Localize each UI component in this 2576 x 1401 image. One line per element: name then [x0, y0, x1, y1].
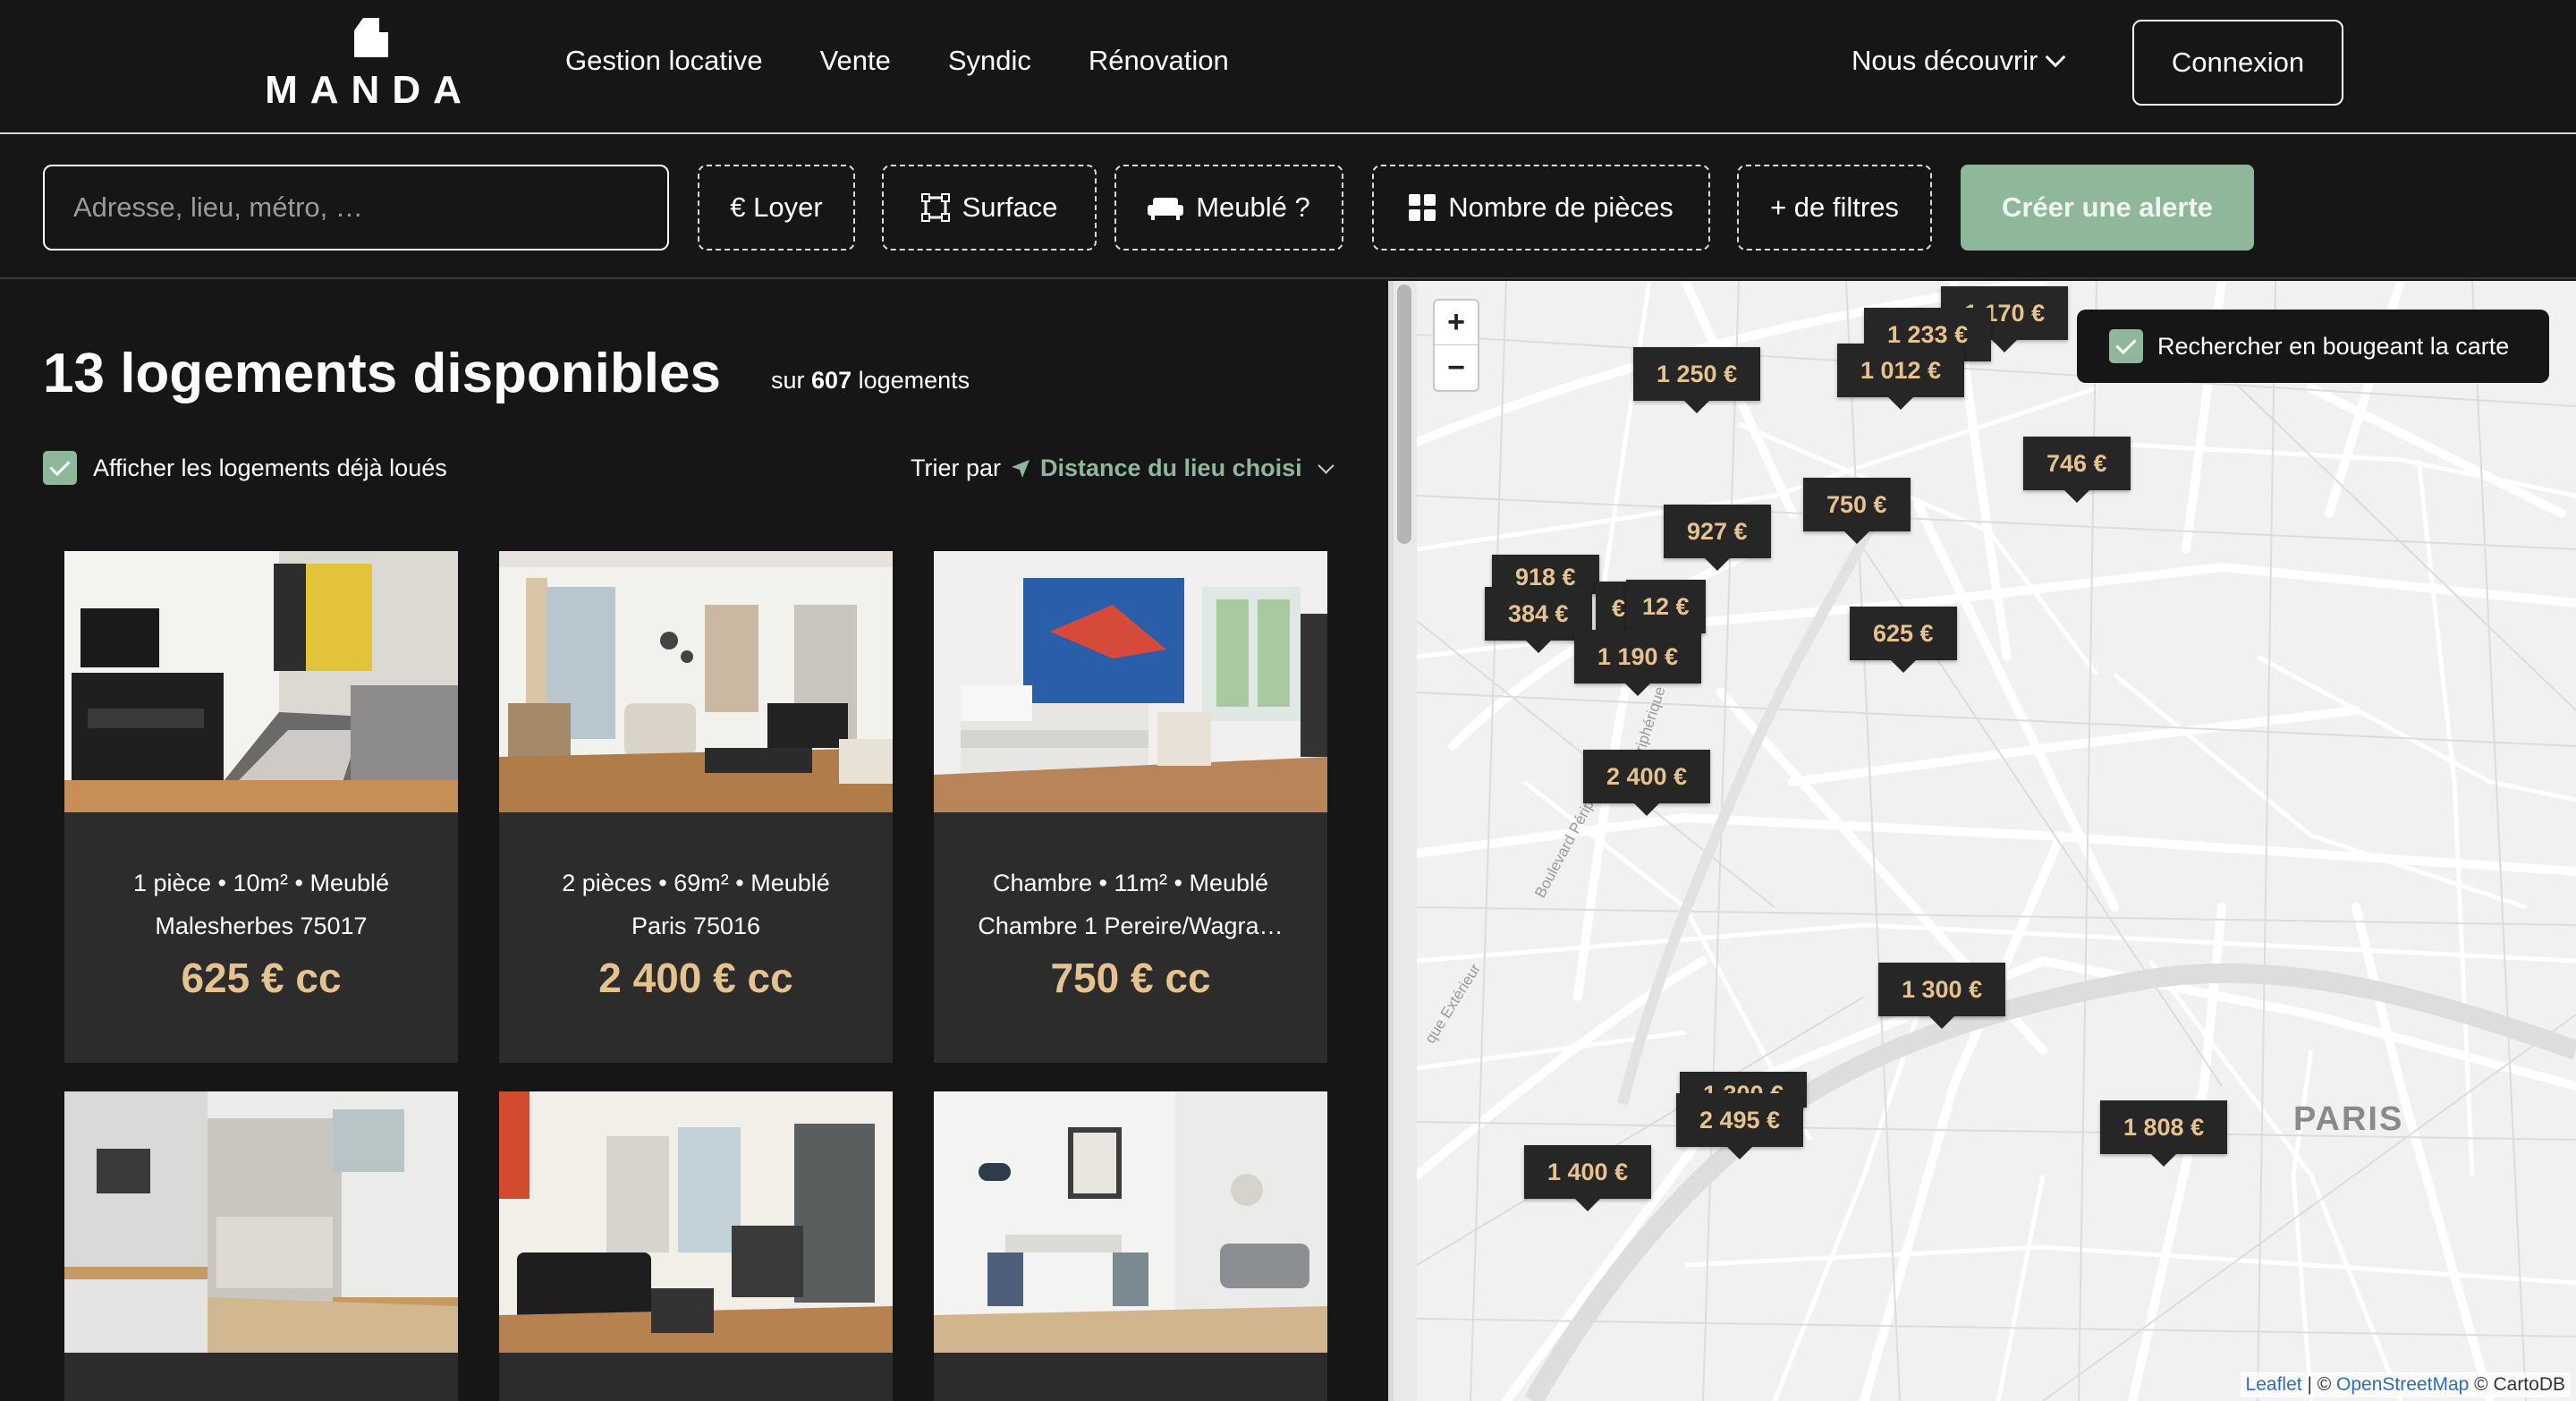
surface-icon [920, 193, 950, 222]
furnished-filter-button[interactable]: Meublé ? [1114, 165, 1343, 250]
street-map-background [1417, 281, 2576, 1401]
listing-photo [499, 1091, 893, 1353]
openstreetmap-link[interactable]: OpenStreetMap [2336, 1374, 2469, 1395]
grid-icon [1409, 194, 1436, 221]
create-alert-button[interactable]: Créer une alerte [1961, 165, 2254, 250]
map-price-marker[interactable]: 2 400 € [1583, 750, 1711, 816]
chevron-down-icon [1317, 457, 1335, 474]
show-rented-toggle[interactable]: Afficher les logements déjà loués [43, 451, 447, 485]
map-city-label: PARIS [2293, 1100, 2404, 1138]
search-on-move-label: Rechercher en bougeant la carte [2157, 332, 2510, 360]
nav-item-gestion-locative[interactable]: Gestion locative [565, 45, 763, 81]
furnished-filter-label: Meublé ? [1196, 191, 1310, 223]
nav-item-vente[interactable]: Vente [820, 45, 891, 81]
checkbox-icon[interactable] [43, 451, 77, 485]
map-price-marker[interactable]: 1 808 € [2100, 1100, 2228, 1167]
zoom-out-icon[interactable]: − [1435, 345, 1478, 390]
listing-card[interactable] [64, 1091, 458, 1401]
nav-item-syndic[interactable]: Syndic [948, 45, 1031, 81]
top-header: MANDA Gestion locative Vente Syndic Réno… [0, 0, 2576, 134]
results-total-suffix: logements [858, 367, 970, 394]
show-rented-label: Afficher les logements déjà loués [93, 454, 447, 481]
search-input[interactable] [43, 165, 669, 250]
results-total-prefix: sur [771, 367, 805, 394]
listing-location: Chambre 1 Pereire/Wagra… [978, 913, 1284, 939]
map-price-marker[interactable]: 927 € [1664, 505, 1771, 571]
listing-photo [934, 551, 1327, 812]
sofa-icon [1148, 198, 1184, 220]
listing-details: Chambre • 11m² • Meublé [992, 870, 1269, 896]
main-nav: Gestion locative Vente Syndic Rénovation [565, 45, 1229, 81]
zoom-control: + − [1433, 299, 1479, 392]
attribution-separator: | © [2301, 1374, 2337, 1395]
rent-filter-label: € Loyer [730, 191, 823, 223]
map-price-marker[interactable]: 625 € [1850, 607, 1957, 673]
map-panel[interactable]: Boulevard Périphérique que Extérieur Pér… [1417, 281, 2576, 1401]
more-filters-button[interactable]: + de filtres [1737, 165, 1932, 250]
attribution-separator: © [2469, 1374, 2494, 1395]
map-price-marker[interactable]: 746 € [2023, 437, 2131, 503]
zoom-in-icon[interactable]: + [1435, 301, 1478, 345]
map-price-marker[interactable]: 12 € [1626, 580, 1706, 646]
listing-price: 2 400 € cc [598, 955, 793, 1001]
map-price-marker[interactable]: 1 250 € [1633, 347, 1761, 413]
results-total-number: 607 [811, 367, 852, 394]
cartodb-label: CartoDB [2493, 1374, 2565, 1395]
listing-card[interactable]: 2 pièces • 69m² • Meublé Paris 75016 2 4… [499, 551, 893, 1063]
leaflet-link[interactable]: Leaflet [2246, 1374, 2302, 1395]
listing-location: Malesherbes 75017 [155, 913, 368, 939]
brand-name: MANDA [265, 68, 474, 112]
discover-label: Nous découvrir [1852, 45, 2038, 76]
listing-location: Paris 75016 [631, 913, 761, 939]
results-panel: 13 logements disponibles sur 607 logemen… [0, 281, 1388, 1401]
map-price-marker[interactable]: 1 190 € [1574, 630, 1702, 696]
listing-photo [64, 1091, 458, 1353]
sort-value: Distance du lieu choisi [1040, 454, 1302, 481]
nav-item-renovation[interactable]: Rénovation [1089, 45, 1229, 81]
results-total: sur 607 logements [771, 367, 970, 395]
search-on-move-toggle[interactable]: Rechercher en bougeant la carte [2077, 310, 2549, 383]
rent-filter-button[interactable]: € Loyer [698, 165, 855, 250]
checkbox-icon[interactable] [2109, 329, 2143, 363]
surface-filter-label: Surface [962, 191, 1058, 223]
login-button[interactable]: Connexion [2132, 20, 2343, 106]
map-price-marker[interactable]: 2 495 € [1676, 1093, 1804, 1159]
surface-filter-button[interactable]: Surface [882, 165, 1097, 250]
map-price-marker[interactable]: 1 400 € [1524, 1145, 1652, 1211]
listing-details: 1 pièce • 10m² • Meublé [132, 870, 390, 896]
listing-price: 625 € cc [181, 955, 342, 1001]
map-price-marker[interactable]: 750 € [1803, 478, 1911, 544]
listing-card[interactable]: 1 pièce • 10m² • Meublé Malesherbes 7501… [64, 551, 458, 1063]
map-price-marker[interactable]: 1 300 € [1878, 963, 2006, 1029]
sort-dropdown[interactable]: Trier par Distance du lieu choisi [911, 454, 1335, 482]
listing-price: 750 € cc [1050, 955, 1211, 1001]
map-price-marker[interactable]: 1 012 € [1837, 344, 1965, 410]
listing-details: 2 pièces • 69m² • Meublé [562, 870, 830, 896]
map-attribution: Leaflet | © OpenStreetMap © CartoDB [2240, 1372, 2571, 1397]
rooms-filter-button[interactable]: Nombre de pièces [1372, 165, 1710, 250]
listing-photo [499, 551, 893, 812]
chevron-down-icon [2046, 47, 2066, 68]
navigation-arrow-icon [1012, 459, 1030, 478]
sort-label: Trier par [911, 454, 1002, 481]
listing-photo [934, 1091, 1327, 1353]
filter-bar: € Loyer Surface Meublé ? Nombre de pièce… [0, 136, 2576, 279]
results-scrollbar-thumb[interactable] [1397, 284, 1411, 544]
discover-menu[interactable]: Nous découvrir [1852, 45, 2066, 77]
listing-card[interactable] [934, 1091, 1327, 1401]
logo-mark-icon [354, 18, 388, 57]
rooms-filter-label: Nombre de pièces [1448, 191, 1674, 223]
results-count-title: 13 logements disponibles [43, 343, 721, 404]
listing-card[interactable]: Chambre • 11m² • Meublé Chambre 1 Pereir… [934, 551, 1327, 1063]
listing-card[interactable] [499, 1091, 893, 1401]
listing-photo [64, 551, 458, 812]
brand-logo[interactable]: MANDA [258, 18, 481, 115]
more-filters-label: + de filtres [1770, 191, 1899, 223]
